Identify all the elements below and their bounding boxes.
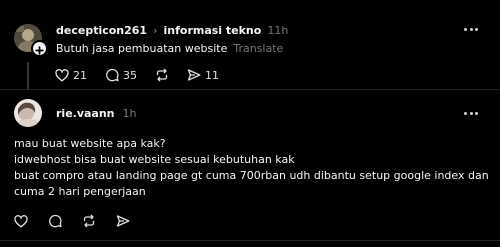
reply-share-button[interactable] — [116, 214, 130, 228]
reply-author-avatar[interactable] — [14, 99, 42, 127]
reply-divider — [0, 240, 500, 241]
send-icon — [116, 215, 130, 227]
post-divider — [0, 89, 500, 90]
post-topic[interactable]: informasi tekno — [164, 24, 262, 37]
post-actions: 21 35 11 — [55, 68, 219, 82]
post-username[interactable]: decepticon261 — [56, 24, 147, 37]
reply-like-button[interactable] — [14, 214, 28, 228]
reply-username[interactable]: rie.vaann — [56, 107, 115, 120]
reply-more-icon[interactable] — [464, 112, 478, 115]
comment-button[interactable]: 35 — [105, 68, 137, 82]
thread-line — [27, 62, 29, 90]
reply-header: rie.vaann 1h — [56, 104, 137, 122]
post-text-row: Butuh jasa pembuatan website Translate — [56, 40, 283, 56]
follow-plus-icon[interactable] — [31, 40, 48, 57]
like-count: 21 — [73, 68, 87, 82]
repost-icon — [156, 68, 168, 82]
comment-bubble-icon — [106, 68, 119, 82]
comment-count: 35 — [123, 68, 137, 82]
repost-button[interactable] — [155, 68, 169, 82]
reply-line: mau buat website apa kak? — [14, 137, 166, 150]
post-header: decepticon261 › informasi tekno 11h — [56, 21, 288, 39]
reply-comment-button[interactable] — [48, 214, 62, 228]
like-button[interactable]: 21 — [55, 69, 87, 82]
share-count: 11 — [205, 68, 219, 82]
translate-link[interactable]: Translate — [233, 42, 283, 55]
post-more-icon[interactable] — [464, 28, 478, 31]
chevron-right-icon: › — [153, 23, 158, 37]
send-icon — [187, 69, 201, 81]
reply-line: cuma 2 hari pengerjaan — [14, 185, 146, 198]
repost-icon — [83, 214, 95, 228]
heart-icon — [55, 68, 69, 81]
reply-actions — [14, 214, 130, 228]
reply-line: buat compro atau landing page gt cuma 70… — [14, 169, 489, 182]
reply-time: 1h — [122, 106, 137, 120]
post-time: 11h — [267, 23, 289, 37]
heart-icon — [14, 214, 28, 227]
post-text: Butuh jasa pembuatan website — [56, 41, 228, 55]
reply-text: mau buat website apa kak? idwebhost bisa… — [14, 136, 489, 200]
comment-bubble-icon — [49, 214, 62, 228]
reply-repost-button[interactable] — [82, 214, 96, 228]
share-button[interactable]: 11 — [187, 68, 219, 82]
reply-line: idwebhost bisa buat website sesuai kebut… — [14, 153, 295, 166]
